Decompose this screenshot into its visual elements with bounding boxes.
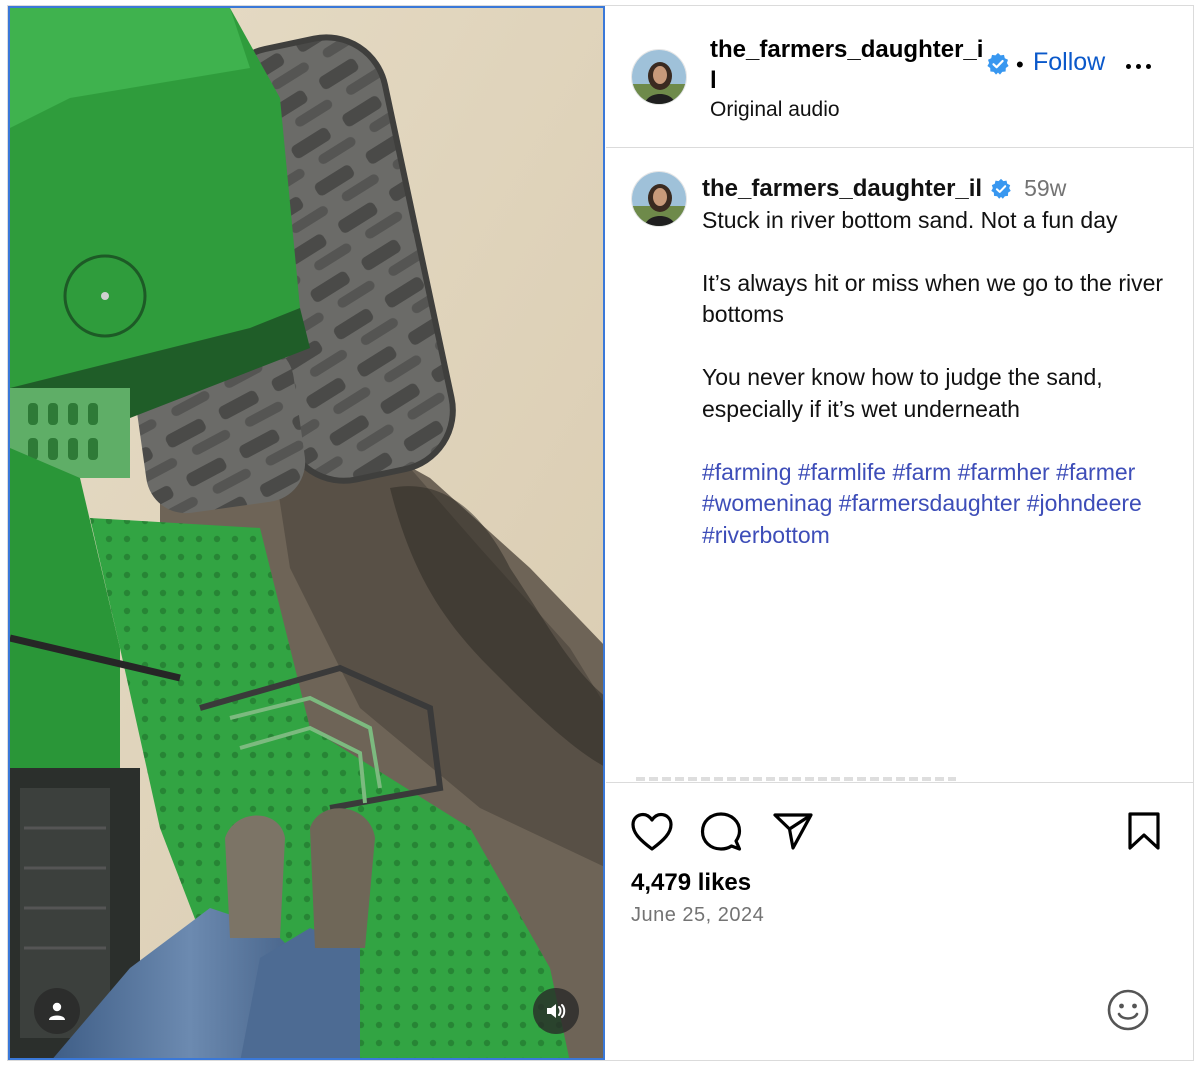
post-side-panel: the_farmers_daughter_il • Follow Origina… — [606, 6, 1193, 1060]
speaker-icon — [547, 1004, 566, 1018]
caption-text: Stuck in river bottom sand. Not a fun da… — [702, 205, 1170, 552]
avatar-image — [632, 172, 686, 226]
caption-paragraph: It’s always hit or miss when we go to th… — [702, 269, 1164, 328]
post-date[interactable]: June 25, 2024 — [631, 904, 764, 927]
tagged-users-button[interactable] — [34, 988, 80, 1034]
audio-toggle-button[interactable] — [533, 988, 579, 1034]
caption-paragraph: Stuck in river bottom sand. Not a fun da… — [702, 206, 1118, 233]
user-icon — [49, 1002, 65, 1020]
separator-dot: • — [1016, 52, 1024, 77]
author-avatar[interactable] — [631, 49, 687, 105]
caption-body: the_farmers_daughter_il 59w Stuck in riv… — [702, 173, 1170, 551]
verified-badge-icon — [991, 178, 1011, 199]
caption-paragraph: You never know how to judge the sand, es… — [702, 364, 1103, 422]
bookmark-icon[interactable] — [1126, 811, 1162, 851]
comment-icon[interactable] — [700, 811, 742, 853]
instagram-post: the_farmers_daughter_il • Follow Origina… — [7, 5, 1194, 1061]
caption-avatar[interactable] — [631, 171, 687, 227]
avatar-image — [632, 50, 686, 104]
video-frame — [10, 8, 603, 1058]
action-bar: 4,479 likes June 25, 2024 — [606, 782, 1193, 1060]
follow-button[interactable]: Follow — [1033, 48, 1105, 77]
post-age[interactable]: 59w — [1024, 173, 1066, 205]
caption-hashtags[interactable]: #farming #farmlife #farm #farmher #farme… — [702, 457, 1170, 552]
emoji-icon[interactable] — [1106, 988, 1150, 1032]
author-username[interactable]: the_farmers_daughter_il — [710, 34, 985, 96]
share-icon[interactable] — [772, 811, 814, 851]
caption-section: the_farmers_daughter_il 59w Stuck in riv… — [606, 149, 1193, 781]
audio-subtitle[interactable]: Original audio — [710, 98, 840, 122]
more-options-icon[interactable] — [1126, 64, 1151, 69]
comment-row-faded — [636, 777, 956, 781]
post-header: the_farmers_daughter_il • Follow Origina… — [606, 6, 1193, 148]
heart-icon[interactable] — [630, 811, 674, 853]
likes-count[interactable]: 4,479 likes — [631, 869, 751, 897]
post-video[interactable] — [8, 6, 605, 1060]
verified-badge-icon — [987, 53, 1009, 75]
caption-username[interactable]: the_farmers_daughter_il — [702, 173, 982, 205]
